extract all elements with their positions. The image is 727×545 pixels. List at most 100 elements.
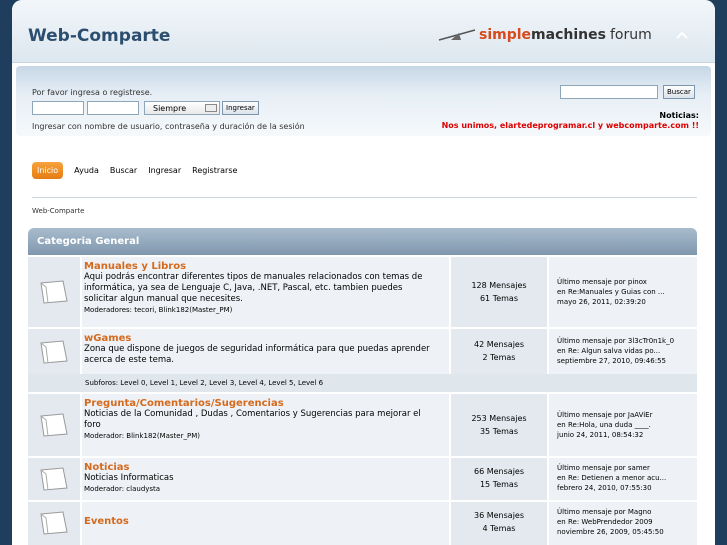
collapse-header-icon[interactable] — [675, 30, 689, 40]
board-icon-cell — [28, 394, 82, 456]
menu-item-inicio[interactable]: Inicio — [32, 162, 64, 179]
last-post-topic[interactable]: en Re: Detienen a menor acu... — [557, 473, 697, 483]
category-title: Categoria General — [37, 236, 140, 247]
board-icon-cell — [28, 257, 82, 327]
board-status-icon — [40, 511, 68, 535]
username-input[interactable] — [32, 101, 84, 115]
board-last-post: Último mensaje por samer en Re: Detienen… — [557, 463, 697, 493]
news-text: Nos unimos, elartedeprogramar.cl y webco… — [441, 121, 699, 130]
board-moderators: Moderador: claudysta — [84, 485, 161, 493]
last-post-author[interactable]: Último mensaje por JaAViEr — [557, 410, 697, 420]
board-name[interactable]: Pregunta/Comentarios/Sugerencias — [84, 398, 436, 409]
board-posts: 253 Mensajes — [471, 414, 527, 423]
menu-item-ayuda[interactable]: Ayuda — [74, 166, 99, 175]
board-description: Noticias Informaticas — [84, 473, 174, 483]
logo-simple: simple — [479, 27, 532, 43]
board-topics: 2 Temas — [482, 353, 516, 362]
board-info: Manuales y Libros Aqui podrás encontrar … — [84, 261, 436, 314]
board-row: Noticias Noticias Informaticas Moderador… — [28, 458, 697, 502]
board-stats: 253 Mensajes 35 Temas — [449, 394, 549, 456]
board-row: Pregunta/Comentarios/Sugerencias Noticia… — [28, 394, 697, 458]
session-length-select[interactable]: Siempre — [144, 101, 220, 115]
forum-title[interactable]: Web-Comparte — [28, 26, 170, 46]
board-stats: 36 Mensajes 4 Temas — [449, 502, 549, 545]
board-status-icon — [40, 280, 68, 304]
news-title: Noticias: — [659, 111, 699, 120]
last-post-author[interactable]: Último mensaje por samer — [557, 463, 697, 473]
last-post-topic[interactable]: en Re: WebPrendedor 2009 — [557, 517, 697, 527]
subforums-row: Subforos: Level 0, Level 1, Level 2, Lev… — [28, 374, 697, 394]
logo-forum: forum — [609, 27, 652, 43]
board-name[interactable]: wGames — [84, 333, 436, 344]
last-post-date: febrero 24, 2010, 07:55:30 — [557, 484, 652, 492]
board-row: Manuales y Libros Aqui podrás encontrar … — [28, 257, 697, 329]
last-post-topic[interactable]: en Re:Hola, una duda ____. — [557, 420, 697, 430]
last-post-author[interactable]: Último mensaje por 3l3cTr0n1k_0 — [557, 336, 697, 346]
smf-logo[interactable]: simple machines forum — [437, 25, 652, 45]
smf-logo-icon — [438, 29, 476, 41]
last-post-date: noviembre 26, 2009, 05:45:50 — [557, 528, 664, 536]
page-frame: Web-Comparte simple machines forum Por f… — [12, 0, 715, 545]
login-button[interactable]: Ingresar — [222, 101, 259, 115]
board-topics: 61 Temas — [479, 294, 519, 303]
board-last-post: Último mensaje por JaAViEr en Re:Hola, u… — [557, 410, 697, 440]
board-stats: 42 Mensajes 2 Temas — [449, 329, 549, 374]
board-name[interactable]: Noticias — [84, 462, 436, 473]
search-button[interactable]: Buscar — [663, 85, 695, 99]
board-description: Zona que dispone de juegos de seguridad … — [84, 344, 430, 365]
board-moderators: Moderador: Blink182(Master_PM) — [84, 432, 200, 440]
last-post-topic[interactable]: en Re: Algun salva vidas po... — [557, 346, 697, 356]
main-menu: Inicio Ayuda Buscar Ingresar Registrarse — [32, 162, 248, 179]
category-header[interactable]: Categoria General — [28, 228, 697, 255]
breadcrumb[interactable]: Web-Comparte — [32, 207, 84, 215]
board-topics: 4 Temas — [482, 524, 516, 533]
board-last-post: Último mensaje por 3l3cTr0n1k_0 en Re: A… — [557, 336, 697, 366]
board-description: Noticias de la Comunidad , Dudas , Comen… — [84, 409, 421, 430]
board-info: wGames Zona que dispone de juegos de seg… — [84, 333, 436, 366]
board-last-post: Último mensaje por pinox en Re:Manuales … — [557, 277, 697, 307]
board-stats: 128 Mensajes 61 Temas — [449, 257, 549, 327]
last-post-topic[interactable]: en Re:Manuales y Guias con ... — [557, 287, 697, 297]
board-info: Pregunta/Comentarios/Sugerencias Noticia… — [84, 398, 436, 440]
board-posts: 36 Mensajes — [474, 511, 524, 520]
board-info: Eventos — [84, 516, 436, 527]
board-description: Aqui podrás encontrar diferentes tipos d… — [84, 272, 423, 304]
board-icon-cell — [28, 502, 82, 545]
board-status-icon — [40, 467, 68, 491]
subforums-list[interactable]: Subforos: Level 0, Level 1, Level 2, Lev… — [85, 379, 323, 387]
board-last-post: Último mensaje por Magno en Re: WebPrend… — [557, 507, 697, 537]
login-hint: Ingresar con nombre de usuario, contrase… — [32, 122, 305, 131]
password-input[interactable] — [87, 101, 139, 115]
session-select-value: Siempre — [153, 104, 187, 113]
last-post-date: junio 24, 2011, 08:54:32 — [557, 431, 644, 439]
user-bar: Por favor ingresa o registrese. Siempre … — [16, 66, 711, 136]
login-message: Por favor ingresa o registrese. — [32, 88, 153, 97]
board-status-icon — [40, 340, 68, 364]
menu-item-ingresar[interactable]: Ingresar — [148, 166, 181, 175]
board-row: Eventos 36 Mensajes 4 Temas Último mensa… — [28, 502, 697, 545]
board-icon-cell — [28, 458, 82, 500]
board-name[interactable]: Manuales y Libros — [84, 261, 436, 272]
board-posts: 66 Mensajes — [474, 467, 524, 476]
board-stats: 66 Mensajes 15 Temas — [449, 458, 549, 500]
last-post-date: septiembre 27, 2010, 09:46:55 — [557, 357, 666, 365]
menu-item-buscar[interactable]: Buscar — [110, 166, 137, 175]
board-status-icon — [40, 413, 68, 437]
forum-header: Web-Comparte simple machines forum — [12, 0, 715, 63]
last-post-author[interactable]: Último mensaje por Magno — [557, 507, 697, 517]
board-info: Noticias Noticias Informaticas Moderador… — [84, 462, 436, 493]
board-posts: 128 Mensajes — [471, 281, 527, 290]
board-icon-cell — [28, 329, 82, 374]
board-topics: 35 Temas — [479, 427, 519, 436]
board-posts: 42 Mensajes — [474, 340, 524, 349]
menu-item-registrarse[interactable]: Registrarse — [192, 166, 237, 175]
last-post-date: mayo 26, 2011, 02:39:20 — [557, 298, 646, 306]
dropdown-arrow-icon — [205, 104, 217, 112]
search-input[interactable] — [560, 85, 658, 99]
board-row: wGames Zona que dispone de juegos de seg… — [28, 329, 697, 376]
last-post-author[interactable]: Último mensaje por pinox — [557, 277, 697, 287]
board-topics: 15 Temas — [479, 480, 519, 489]
logo-machines: machines — [531, 27, 606, 43]
divider — [32, 197, 697, 198]
board-name[interactable]: Eventos — [84, 516, 436, 527]
